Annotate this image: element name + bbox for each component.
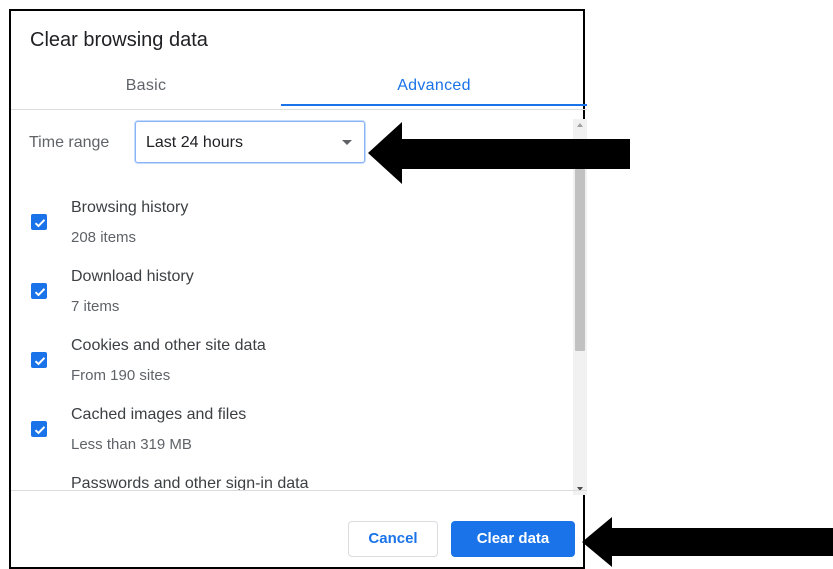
list-item-download-history: Download history 7 items	[11, 257, 571, 325]
time-range-select[interactable]: Last 24 hours	[135, 121, 365, 163]
dialog-title: Clear browsing data	[30, 29, 208, 51]
item-label: Cached images and files	[71, 406, 247, 423]
tab-basic[interactable]: Basic	[11, 67, 281, 105]
checkbox-cached-images[interactable]	[31, 421, 47, 437]
list-item-cookies: Cookies and other site data From 190 sit…	[11, 326, 571, 394]
tab-advanced[interactable]: Advanced	[281, 67, 587, 105]
active-tab-indicator	[281, 104, 587, 106]
list-item-browsing-history: Browsing history 208 items	[11, 188, 571, 256]
clear-browsing-data-dialog: Clear browsing data Basic Advanced Time …	[9, 9, 587, 569]
checkmark-icon	[34, 426, 46, 435]
item-sublabel: 208 items	[71, 229, 137, 246]
item-label: Browsing history	[71, 199, 189, 216]
item-label: Passwords and other sign-in data	[71, 475, 309, 490]
item-sublabel: From 190 sites	[71, 367, 171, 384]
tab-bar: Basic Advanced	[11, 67, 587, 107]
checkmark-icon	[34, 219, 46, 228]
footer-divider	[11, 490, 587, 491]
dropdown-arrow-icon	[342, 140, 352, 145]
item-label: Cookies and other site data	[71, 337, 266, 354]
cancel-button[interactable]: Cancel	[348, 521, 438, 557]
list-item-cached-images: Cached images and files Less than 319 MB	[11, 395, 571, 463]
clear-data-button[interactable]: Clear data	[451, 521, 575, 557]
checkmark-icon	[34, 288, 46, 297]
time-range-label: Time range	[29, 134, 110, 151]
item-sublabel: 7 items	[71, 298, 120, 315]
checkmark-icon	[34, 357, 46, 366]
left-arrow-icon	[582, 517, 833, 567]
left-arrow-icon	[368, 122, 630, 184]
checkbox-browsing-history[interactable]	[31, 214, 47, 230]
item-label: Download history	[71, 268, 194, 285]
checkbox-cookies[interactable]	[31, 352, 47, 368]
list-item-passwords: Passwords and other sign-in data	[11, 464, 571, 490]
time-range-value: Last 24 hours	[146, 134, 243, 151]
checkbox-download-history[interactable]	[31, 283, 47, 299]
item-sublabel: Less than 319 MB	[71, 436, 192, 453]
